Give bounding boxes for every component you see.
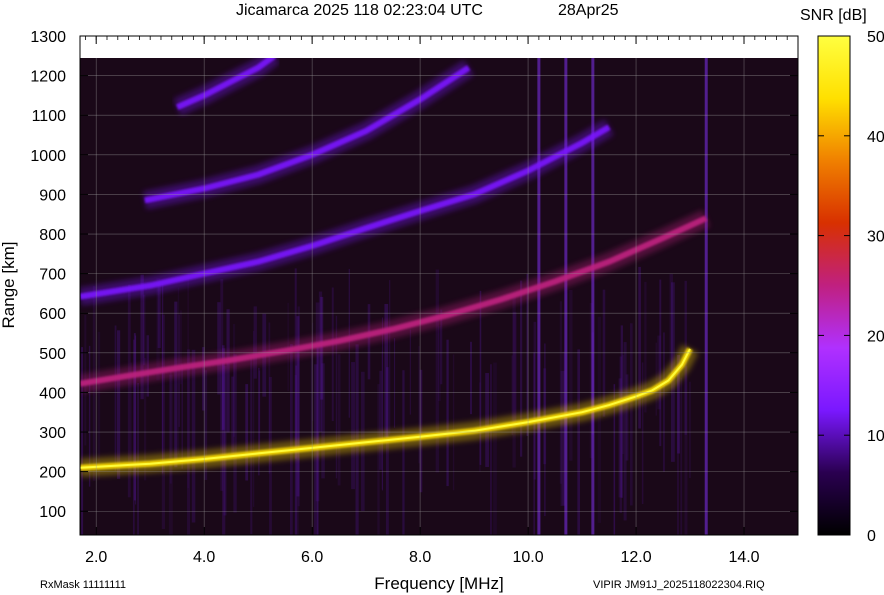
colorbar-tick-label: 30 — [867, 229, 884, 246]
rxmask-label: RxMask 11111111 — [40, 579, 126, 591]
y-tick-label: 1300 — [30, 29, 66, 46]
noise-streak — [402, 370, 405, 535]
colorbar-tick-label: 50 — [867, 29, 884, 46]
noise-streak — [133, 333, 136, 501]
noise-streak — [321, 363, 325, 479]
noise-streak — [393, 338, 396, 428]
y-tick-label: 600 — [39, 306, 66, 323]
noise-streak — [630, 323, 633, 506]
colorbar-tick-label: 20 — [867, 328, 884, 345]
noise-streak — [114, 325, 117, 471]
colorbar-label: SNR [dB] — [800, 7, 867, 24]
noise-streak — [659, 279, 662, 447]
y-tick-label: 100 — [39, 504, 66, 521]
x-tick-label: 6.0 — [301, 549, 323, 566]
y-tick-label: 800 — [39, 227, 66, 244]
noise-streak — [351, 362, 355, 490]
noise-streak — [446, 339, 449, 487]
y-tick-label: 1100 — [32, 108, 67, 125]
noise-streak — [512, 297, 516, 468]
chart-title: Jicamarca 2025 118 02:23:04 UTC — [236, 2, 483, 19]
colorbar-tick-label: 10 — [867, 428, 884, 445]
y-tick-label: 1200 — [30, 69, 66, 86]
colorbar-tick-label: 40 — [867, 129, 884, 146]
noise-streak — [409, 329, 411, 415]
noise-streak — [217, 302, 221, 395]
noise-streak — [452, 354, 455, 491]
noise-streak — [689, 381, 691, 479]
noise-streak — [613, 384, 616, 535]
y-tick-label: 900 — [39, 187, 66, 204]
file-label: VIPIR JM91J_2025118022304.RIQ — [593, 579, 765, 591]
y-tick-label: 200 — [39, 465, 66, 482]
noise-streak — [231, 376, 234, 457]
noise-streak — [597, 316, 602, 523]
noise-streak — [669, 273, 673, 371]
noise-streak — [337, 354, 341, 486]
colorbar-tick-label: 0 — [867, 528, 876, 545]
noise-streak — [226, 309, 230, 433]
noise-streak — [233, 354, 237, 513]
noise-streak — [623, 342, 627, 521]
noise-streak — [533, 321, 537, 480]
x-tick-label: 8.0 — [409, 549, 431, 566]
noise-streak — [569, 289, 573, 461]
noise-streak — [191, 349, 196, 523]
noise-streak — [389, 280, 391, 435]
noise-streak — [297, 306, 300, 507]
noise-streak — [381, 317, 384, 491]
colorbar — [818, 36, 850, 535]
noise-streak — [385, 367, 389, 535]
noise-streak — [174, 301, 178, 468]
y-tick-label: 300 — [39, 425, 66, 442]
noise-streak — [662, 332, 665, 472]
y-tick-label: 700 — [39, 267, 66, 284]
x-tick-label: 2.0 — [85, 549, 107, 566]
noise-streak — [680, 377, 683, 535]
x-tick-label: 4.0 — [193, 549, 215, 566]
noise-streak — [294, 268, 297, 459]
date-label: 28Apr25 — [558, 2, 619, 19]
y-tick-label: 400 — [39, 385, 66, 402]
noise-streak — [560, 370, 565, 506]
noise-streak — [331, 287, 334, 422]
y-tick-label: 1000 — [30, 148, 66, 165]
x-axis-label: Frequency [MHz] — [374, 574, 503, 593]
y-axis-label: Range [km] — [0, 242, 18, 329]
x-tick-label: 10.0 — [513, 549, 544, 566]
ionogram-chart: 2.0 4.0 6.0 8.0 10.0 12.0 14.0 100200300400500… — [0, 2, 884, 593]
noise-streak — [490, 364, 492, 535]
x-tick-label: 12.0 — [620, 549, 651, 566]
noise-streak — [157, 283, 161, 349]
noise-streak — [641, 362, 644, 504]
x-tick-label: 14.0 — [728, 549, 759, 566]
y-tick-label: 500 — [39, 346, 66, 363]
noise-streak — [544, 343, 546, 517]
